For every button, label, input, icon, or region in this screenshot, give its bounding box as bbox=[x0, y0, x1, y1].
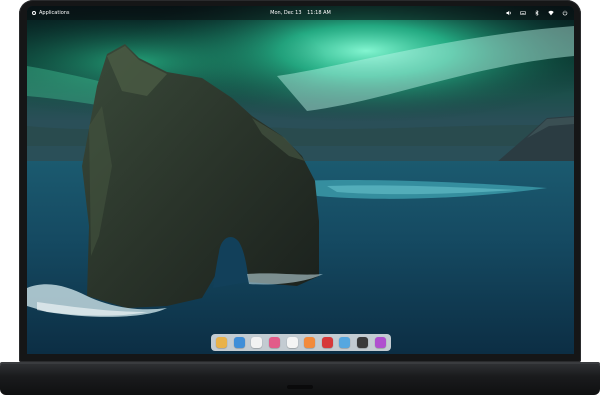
dock-app-appcenter-icon[interactable] bbox=[374, 337, 386, 348]
laptop: Applications Mon, Dec 13 11:18 AM bbox=[0, 0, 600, 400]
volume-icon[interactable] bbox=[506, 10, 512, 16]
desktop-wallpaper bbox=[27, 6, 574, 354]
laptop-base bbox=[0, 364, 600, 395]
dock bbox=[211, 334, 391, 351]
top-panel: Applications Mon, Dec 13 11:18 AM bbox=[27, 6, 574, 20]
dock-app-mail-icon[interactable] bbox=[251, 337, 263, 348]
panel-clock[interactable]: Mon, Dec 13 11:18 AM bbox=[27, 9, 574, 17]
dock-app-terminal-icon[interactable] bbox=[357, 337, 369, 348]
keyboard-icon[interactable] bbox=[520, 10, 526, 16]
dock-app-files-icon[interactable] bbox=[216, 337, 228, 348]
clock-time: 11:18 AM bbox=[307, 10, 331, 16]
dock-app-videos-icon[interactable] bbox=[321, 337, 333, 348]
laptop-notch bbox=[287, 385, 313, 389]
desktop-screen[interactable]: Applications Mon, Dec 13 11:18 AM bbox=[27, 6, 574, 354]
power-icon[interactable] bbox=[562, 10, 568, 16]
network-icon[interactable] bbox=[548, 10, 554, 16]
clock-date: Mon, Dec 13 bbox=[270, 10, 302, 16]
dock-app-tasks-icon[interactable] bbox=[269, 337, 281, 348]
dock-app-web-browser-icon[interactable] bbox=[233, 337, 245, 348]
dock-app-calendar-icon[interactable] bbox=[286, 337, 298, 348]
dock-app-photos-icon[interactable] bbox=[339, 337, 351, 348]
dock-app-music-icon[interactable] bbox=[304, 337, 316, 348]
bluetooth-icon[interactable] bbox=[534, 10, 540, 16]
system-indicators bbox=[506, 9, 568, 17]
